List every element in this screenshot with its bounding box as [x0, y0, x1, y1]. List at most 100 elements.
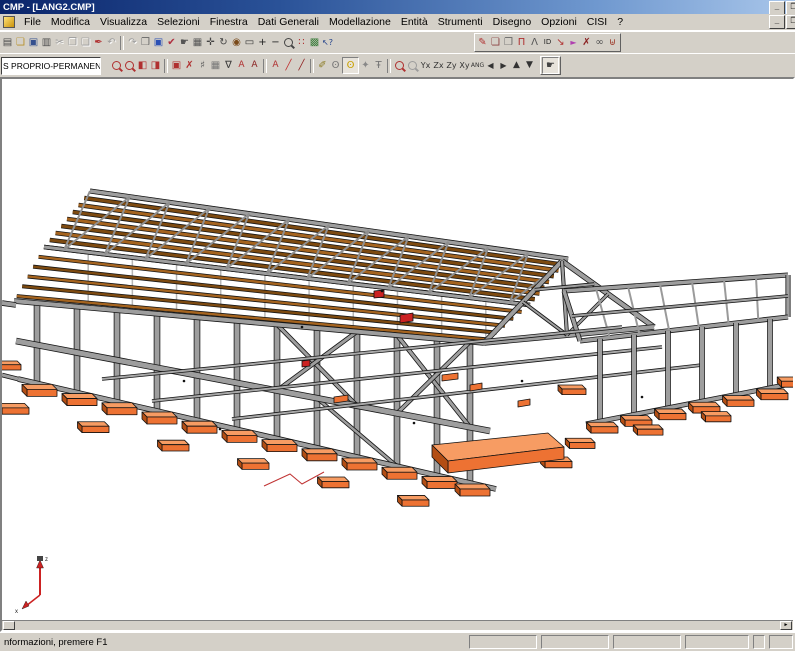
entity-id-button[interactable]: ID — [541, 35, 554, 50]
move-entity-button[interactable]: ❐ — [502, 35, 515, 50]
zoom-dynamic-button[interactable]: ◉ — [230, 35, 243, 50]
toolbar-separator — [310, 59, 314, 73]
zoom-extents-button[interactable] — [282, 35, 295, 50]
restore-button[interactable]: ❐ — [786, 1, 795, 14]
menu-cisi[interactable]: CISI — [582, 15, 612, 29]
view-load-button[interactable]: ◧ — [136, 58, 149, 73]
lamp-on-button[interactable]: ʘ — [342, 57, 359, 74]
pan-hand-button[interactable]: ☛ — [178, 35, 191, 50]
link-members-button[interactable]: ╱ — [282, 58, 295, 73]
model-canvas[interactable]: zx — [2, 79, 793, 621]
menu-modellazione[interactable]: Modellazione — [324, 15, 396, 29]
copy-button[interactable]: ❐ — [66, 35, 79, 50]
minimize-button[interactable]: _ — [769, 1, 785, 14]
bin-entity-button[interactable]: ⊎ — [606, 35, 619, 50]
menu-strumenti[interactable]: Strumenti — [433, 15, 488, 29]
draw-loads-button[interactable]: ✐ — [316, 58, 329, 73]
status-panel-5 — [753, 635, 765, 649]
level-button[interactable]: Ŧ — [372, 58, 385, 73]
pick-entity-button[interactable]: ► — [567, 35, 580, 50]
delete-load-button[interactable]: ✗ — [183, 58, 196, 73]
toolbar-group: ☛ — [540, 56, 561, 75]
paste-button[interactable]: ❑ — [79, 35, 92, 50]
redo-button[interactable]: ↷ — [126, 35, 139, 50]
zoom-node-prev-icon — [408, 61, 417, 70]
ladder-button[interactable]: ♯ — [196, 58, 209, 73]
mdi-restore-button[interactable]: ❐ — [786, 15, 795, 29]
open-file-button[interactable]: ❏ — [14, 35, 27, 50]
cut-button[interactable]: ✂ — [53, 35, 66, 50]
view-zy-button[interactable]: Zy — [445, 58, 458, 73]
plot-preview-button[interactable]: ❒ — [139, 35, 152, 50]
menu-modifica[interactable]: Modifica — [46, 15, 95, 29]
menu-help[interactable]: ? — [612, 15, 628, 29]
measure-button[interactable]: Λ — [528, 35, 541, 50]
zoom-out-button[interactable]: − — [269, 35, 282, 50]
lamp-all-button[interactable]: ʘ — [329, 58, 342, 73]
link-nodes-button[interactable]: ╱ — [295, 58, 308, 73]
save-file-button[interactable]: ▣ — [27, 35, 40, 50]
menu-dati-generali[interactable]: Dati Generali — [253, 15, 324, 29]
copy-entity-button[interactable]: ❏ — [489, 35, 502, 50]
grid-button[interactable]: ▦ — [209, 58, 222, 73]
mdi-minimize-button[interactable]: _ — [769, 15, 785, 29]
scrollbar-thumb[interactable] — [3, 621, 15, 630]
select-load-button[interactable]: ▣ — [170, 58, 183, 73]
status-panel-6 — [769, 635, 793, 649]
draw-entity-button[interactable]: ✎ — [476, 35, 489, 50]
check-model-button[interactable]: ✔ — [165, 35, 178, 50]
status-panel-2 — [541, 635, 609, 649]
load-case-a-button[interactable]: A — [235, 58, 248, 73]
menu-visualizza[interactable]: Visualizza — [95, 15, 152, 29]
rotate-view-button[interactable]: ↻ — [217, 35, 230, 50]
horizontal-scrollbar[interactable]: ► — [2, 620, 793, 630]
zoom-load-button[interactable] — [123, 58, 136, 73]
zoom-window-button[interactable]: ▭ — [243, 35, 256, 50]
menu-opzioni[interactable]: Opzioni — [536, 15, 582, 29]
menu-entit-[interactable]: Entità — [396, 15, 433, 29]
move-view-button[interactable]: ✛ — [204, 35, 217, 50]
toolbar-group: ◧◨▣✗♯▦∇AAA╱╱✐ʘʘ✦ŦYxZxZyXyANG◀▶▲▼ — [110, 57, 536, 74]
view-options-button[interactable]: ▣ — [152, 35, 165, 50]
prev-view-button[interactable]: ◀ — [484, 58, 497, 73]
document-icon[interactable] — [3, 16, 15, 28]
view-ang-button[interactable]: ANG — [471, 58, 484, 73]
filter-button[interactable]: ∇ — [222, 58, 235, 73]
zoom-node-button[interactable] — [393, 58, 406, 73]
format-painter-button[interactable]: ✒ — [92, 35, 105, 50]
find-entity-button[interactable]: ∞ — [593, 35, 606, 50]
menu-file[interactable]: File — [19, 15, 46, 29]
new-document-button[interactable]: ▤ — [1, 35, 14, 50]
view-zx-button[interactable]: Zx — [432, 58, 445, 73]
menu-disegno[interactable]: Disegno — [488, 15, 537, 29]
regen-button[interactable]: ∷ — [295, 35, 308, 50]
load-case-b-button[interactable]: A — [248, 58, 261, 73]
zoom-node-icon — [395, 61, 404, 70]
next-view-button[interactable]: ▶ — [497, 58, 510, 73]
lamp-add-button[interactable]: ✦ — [359, 58, 372, 73]
menu-finestra[interactable]: Finestra — [205, 15, 253, 29]
raise-level-button[interactable]: ▲ — [510, 58, 523, 73]
load-case-c-button[interactable]: A — [269, 58, 282, 73]
move-node-button[interactable]: Π — [515, 35, 528, 50]
zoom-in-button[interactable]: + — [256, 35, 269, 50]
image-export-button[interactable]: ▩ — [308, 35, 321, 50]
drawing-viewport: zx ► — [0, 77, 795, 632]
lower-level-button[interactable]: ▼ — [523, 58, 536, 73]
scroll-right-arrow-icon[interactable]: ► — [780, 621, 792, 630]
assign-node-button[interactable]: ↘ — [554, 35, 567, 50]
viewports-button[interactable]: ▦ — [191, 35, 204, 50]
delete-node-button[interactable]: ✗ — [580, 35, 593, 50]
print-button[interactable]: ▥ — [40, 35, 53, 50]
dynamic-pan-button[interactable]: ☛ — [542, 57, 559, 74]
zoom-node-prev-button[interactable] — [406, 58, 419, 73]
view-xy-button[interactable]: Xy — [458, 58, 471, 73]
menu-items: FileModificaVisualizzaSelezioniFinestraD… — [19, 15, 628, 29]
zoom-selection-button[interactable] — [110, 58, 123, 73]
menu-selezioni[interactable]: Selezioni — [152, 15, 205, 29]
view-load-all-button[interactable]: ◨ — [149, 58, 162, 73]
undo-button[interactable]: ↶ — [105, 35, 118, 50]
load-case-combobox[interactable]: S PROPRIO-PERMANENTE ▼ — [1, 57, 101, 75]
context-help-button[interactable]: ↖? — [321, 35, 334, 50]
view-yx-button[interactable]: Yx — [419, 58, 432, 73]
